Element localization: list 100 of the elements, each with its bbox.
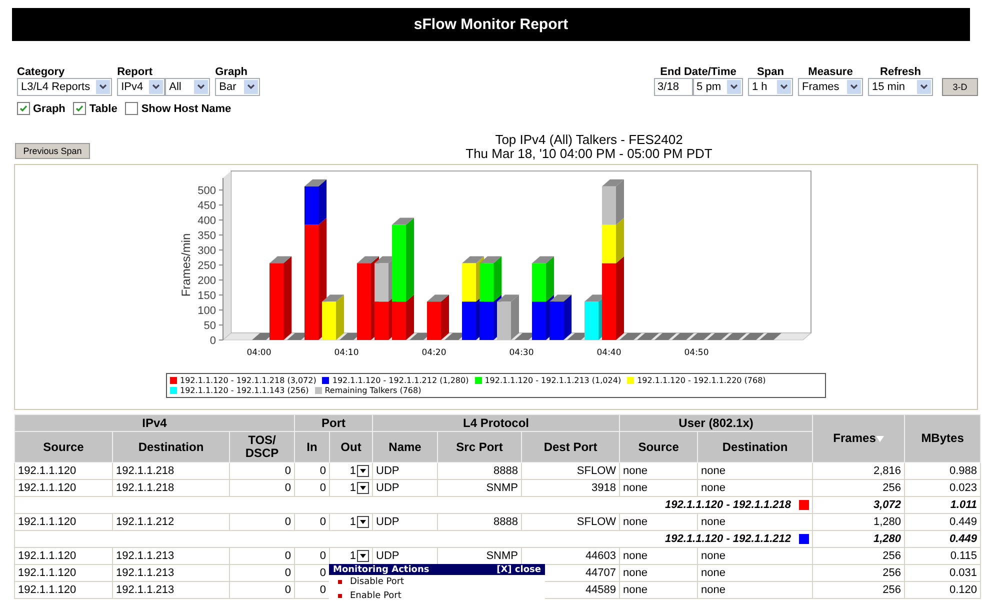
table-cell: 0.120 <box>904 582 981 598</box>
x-tick-label: 04:40 <box>596 348 622 358</box>
subtotal-label: 192.1.1.120 - 192.1.1.212 <box>665 533 792 545</box>
y-tick-label: 150 <box>198 290 216 302</box>
table-cell: 192.1.1.120 <box>14 548 112 564</box>
bar <box>374 302 388 340</box>
table-cell: 0 <box>230 514 294 530</box>
dropdown-icon[interactable] <box>357 550 369 562</box>
y-tick-label: 300 <box>198 245 216 257</box>
bar <box>427 302 441 340</box>
table-cell: 192.1.1.213 <box>112 564 230 582</box>
checkbox-label: Graph <box>33 102 66 114</box>
checkmark-icon <box>75 104 84 113</box>
table-cell: 0 <box>294 462 330 480</box>
x-tick-label: 04:00 <box>246 348 272 358</box>
checkbox[interactable] <box>125 102 138 115</box>
3d-toggle-button[interactable]: 3-D <box>942 78 978 96</box>
table-cell: 192.1.1.213 <box>112 582 230 598</box>
table-cell: 0 <box>294 548 330 564</box>
table-cell: 1.011 <box>904 496 981 514</box>
column-header: Dest Port <box>522 432 620 462</box>
table-cell: 192.1.1.120 <box>14 564 112 582</box>
field-label: End Date/Time <box>660 66 736 78</box>
y-tick-label: 400 <box>198 215 216 227</box>
checkbox[interactable] <box>73 102 86 115</box>
bar <box>602 186 616 225</box>
bar <box>532 302 546 340</box>
table-cell: 0.988 <box>904 462 981 480</box>
dropdown-icon[interactable] <box>357 516 369 528</box>
dropdown-select[interactable]: 15 min <box>868 78 933 96</box>
table-cell: 2,816 <box>812 462 905 480</box>
table-cell: 256 <box>812 548 905 564</box>
table-cell: 8888 <box>438 514 522 530</box>
bar <box>550 302 564 340</box>
table-cell: 0.031 <box>904 564 981 582</box>
y-tick-label: 250 <box>198 260 216 272</box>
y-tick-label: 450 <box>198 200 216 212</box>
table-cell: 8888 <box>438 462 522 480</box>
table-cell: 0 <box>294 514 330 530</box>
bar <box>480 302 494 340</box>
table-cell: 3,072 <box>812 496 905 514</box>
table-cell: none <box>620 462 698 480</box>
table-cell: 0.115 <box>904 548 981 564</box>
y-tick-label: 350 <box>198 230 216 242</box>
table-cell: 0.449 <box>904 514 981 530</box>
bar <box>497 302 511 340</box>
column-group-header: IPv4 <box>14 414 294 432</box>
previous-span-button[interactable]: Previous Span <box>15 143 90 159</box>
column-header: Name <box>372 432 438 462</box>
table-cell: 256 <box>812 582 905 598</box>
dropdown-select[interactable]: L3/L4 Reports <box>17 78 112 96</box>
table-cell: 192.1.1.120 <box>14 480 112 496</box>
dropdown-select[interactable]: IPv4 <box>117 78 166 96</box>
column-header[interactable]: Frames <box>812 414 905 462</box>
table-cell: none <box>620 582 698 598</box>
field-label: Measure <box>808 66 853 78</box>
column-group-header: User (802.1x) <box>620 414 813 432</box>
bar <box>462 302 476 340</box>
dropdown-select[interactable]: Frames <box>798 78 863 96</box>
table-cell: none <box>620 480 698 496</box>
dropdown-icon[interactable] <box>357 465 369 477</box>
table-cell: UDP <box>372 514 438 530</box>
y-tick-label: 50 <box>204 320 216 332</box>
table-cell: none <box>620 548 698 564</box>
legend-label: 192.1.1.120 - 192.1.1.212 (1,280) <box>332 376 469 385</box>
table-cell: none <box>698 480 813 496</box>
chart-title: Top IPv4 (All) Talkers - FES2402 <box>495 133 683 147</box>
checkbox-label: Table <box>89 102 118 114</box>
table-cell: SNMP <box>438 480 522 496</box>
table-cell: 0 <box>294 480 330 496</box>
dropdown-select[interactable]: All <box>165 78 210 96</box>
table-cell: 0 <box>230 480 294 496</box>
date-field[interactable]: 3/18 <box>654 78 693 96</box>
table-cell: 0 <box>230 548 294 564</box>
dropdown-icon[interactable] <box>357 482 369 494</box>
legend-label: 192.1.1.120 - 192.1.1.213 (1,024) <box>484 376 622 385</box>
field-label: Report <box>117 66 153 78</box>
legend-label: 192.1.1.120 - 192.1.1.220 (768) <box>637 376 766 385</box>
table-cell: 192.1.1.218 <box>112 462 230 480</box>
table-cell: 0.449 <box>904 530 981 548</box>
table-cell: 0 <box>230 462 294 480</box>
dropdown-select[interactable]: 5 pm <box>692 78 743 96</box>
legend-label: 192.1.1.120 - 192.1.1.218 (3,072) <box>180 376 316 385</box>
bar <box>462 263 476 302</box>
dropdown-select[interactable]: 1 h <box>748 78 793 96</box>
column-header[interactable]: MBytes <box>904 414 981 462</box>
field-label: Category <box>17 66 65 78</box>
y-tick-label: 0 <box>210 335 216 347</box>
checkbox[interactable] <box>17 102 30 115</box>
column-header: Source <box>14 432 112 462</box>
dropdown-select[interactable]: Bar <box>215 78 260 96</box>
table-cell: UDP <box>372 462 438 480</box>
x-tick-label: 04:50 <box>684 348 709 358</box>
x-tick-label: 04:20 <box>422 348 446 358</box>
table-cell: 1,280 <box>812 530 905 548</box>
table-cell: 1 <box>350 465 356 477</box>
legend-label: Remaining Talkers (768) <box>324 386 422 395</box>
table-cell: 192.1.1.120 <box>14 582 112 598</box>
table-cell: 192.1.1.213 <box>112 548 230 564</box>
y-tick-label: 100 <box>198 305 216 317</box>
